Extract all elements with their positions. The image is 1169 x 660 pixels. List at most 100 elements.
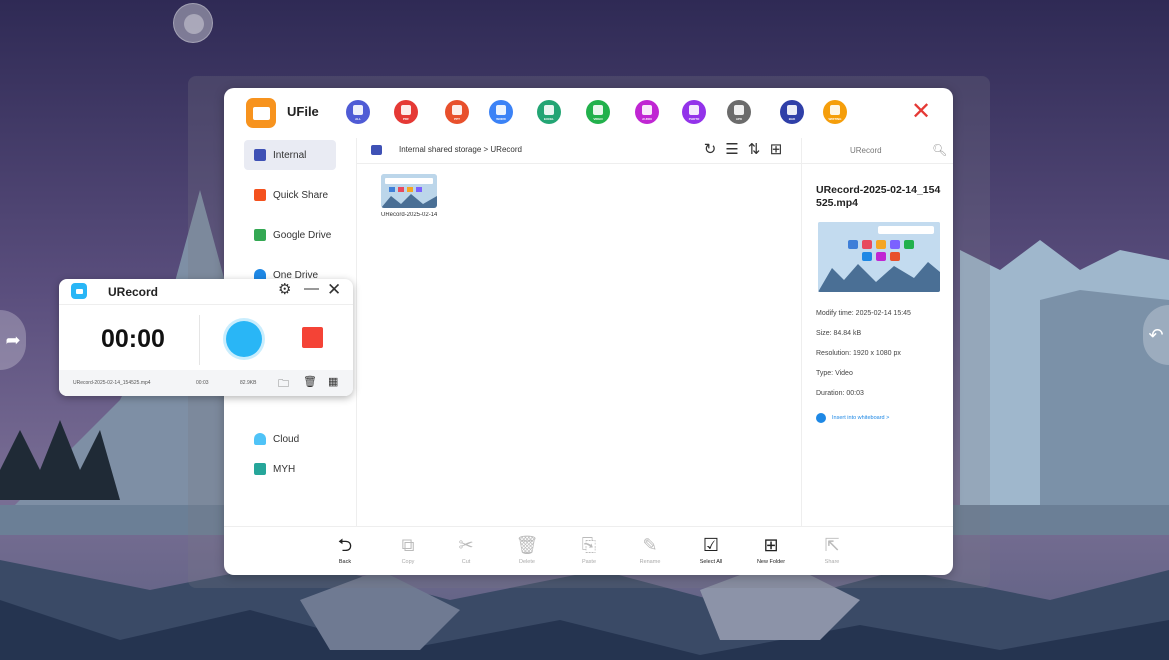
select-all-button[interactable]: ☑ Select All: [689, 535, 733, 565]
category-label: PHOTO: [688, 117, 700, 121]
modify-time: Modify time: 2025-02-14 15:45: [816, 310, 911, 317]
divider: [199, 315, 200, 365]
last-recording-name: URecord-2025-02-14_154525.mp4: [73, 380, 151, 386]
rename-icon: ✎: [642, 535, 658, 555]
sidebar-item-internal[interactable]: Internal: [244, 140, 336, 170]
paste-button[interactable]: ⎘ Paste: [567, 535, 611, 565]
rename-button[interactable]: ✎ Rename: [628, 535, 672, 565]
back-icon: ⮌: [337, 535, 353, 555]
last-recording-size: 82.9KB: [240, 380, 257, 386]
toolbar-label: Back: [338, 559, 352, 565]
file-thumbnail[interactable]: [381, 174, 437, 208]
toolbar-label: Copy: [401, 559, 415, 565]
record-timer: 00:00: [101, 325, 165, 353]
urecord-title: URecord: [108, 285, 159, 299]
category-photo[interactable]: PHOTO: [682, 100, 706, 124]
sort-order-icon[interactable]: ⇅: [746, 141, 762, 159]
new-folder-button[interactable]: ⊞ New Folder: [749, 535, 793, 565]
google-drive-icon: [254, 229, 266, 241]
excel-icon: [544, 105, 554, 115]
sidebar-item-label: Quick Share: [273, 189, 329, 201]
ufile-logo-icon: [246, 98, 276, 128]
sidebar-item-label: MYH: [273, 463, 296, 475]
category-word[interactable]: WORD: [489, 100, 513, 124]
last-recording-duration: 00:03: [196, 380, 209, 386]
new-folder-icon: ⊞: [763, 535, 779, 555]
category-excel[interactable]: EXCEL: [537, 100, 561, 124]
writing-icon: [830, 105, 840, 115]
breadcrumb[interactable]: Internal shared storage > URecord: [399, 145, 522, 154]
cut-button[interactable]: ✂ Cut: [444, 535, 488, 565]
toolbar-label: Delete: [519, 559, 535, 565]
detail-file-title: URecord-2025-02-14_154525.mp4: [816, 184, 941, 209]
category-bak[interactable]: BAK: [780, 100, 804, 124]
category-video[interactable]: VIDEO: [586, 100, 610, 124]
arrow-right-icon: ↶: [1148, 324, 1164, 345]
record-button[interactable]: [226, 321, 262, 357]
all-icon: [353, 105, 363, 115]
category-writing[interactable]: WRITING: [823, 100, 847, 124]
back-button[interactable]: ⮌ Back: [323, 535, 367, 565]
category-label: ALL: [355, 117, 361, 121]
file-grid: URecord-2025-02-14_154525.mp4: [357, 165, 801, 526]
search-input[interactable]: URecord: [850, 146, 882, 155]
scissors-icon: ✂: [458, 535, 474, 555]
sidebar-item-label: Cloud: [273, 433, 300, 445]
video-icon: [593, 105, 603, 115]
category-pdf[interactable]: PDF: [394, 100, 418, 124]
photo-icon: [689, 105, 699, 115]
search-icon[interactable]: 🔍︎: [932, 143, 947, 157]
cloud-icon: [254, 433, 266, 445]
file-size: Size: 84.84 kB: [816, 330, 862, 337]
urecord-logo-icon: [71, 283, 87, 299]
duration: Duration: 00:03: [816, 390, 864, 397]
toolbar-label: Share: [824, 559, 840, 565]
qr-code-icon[interactable]: ▦: [328, 375, 338, 388]
category-all[interactable]: ALL: [346, 100, 370, 124]
category-ppt[interactable]: PPT: [445, 100, 469, 124]
search-bar[interactable]: URecord 🔍︎: [802, 138, 953, 164]
sidebar-item-quick-share[interactable]: Quick Share: [244, 180, 336, 210]
minimize-icon[interactable]: —: [304, 280, 319, 297]
category-label: APK: [735, 117, 743, 121]
category-label: WORD: [496, 117, 506, 121]
pdf-icon: [401, 105, 411, 115]
category-label: EXCEL: [543, 117, 554, 121]
audio-icon: [642, 105, 652, 115]
sidebar-item-cloud[interactable]: Cloud: [244, 424, 336, 454]
category-label: AUDIO: [642, 117, 652, 121]
settings-gear-icon[interactable]: ⚙: [278, 280, 291, 298]
refresh-icon[interactable]: ↻: [702, 141, 718, 159]
resolution: Resolution: 1920 x 1080 px: [816, 350, 901, 357]
sidebar-item-myh[interactable]: MYH: [244, 454, 336, 484]
floating-assistive-button[interactable]: [173, 3, 213, 43]
delete-button[interactable]: 🗑 Delete: [505, 535, 549, 565]
sidebar-item-google-drive[interactable]: Google Drive: [244, 220, 336, 250]
sidebar-item-label: Google Drive: [273, 229, 332, 241]
bak-icon: [787, 105, 797, 115]
category-label: VIDEO: [593, 117, 603, 121]
app-title: UFile: [287, 104, 319, 119]
file-name[interactable]: URecord-2025-02-14_154525.mp4: [381, 212, 437, 218]
open-folder-icon[interactable]: 🗀: [278, 375, 289, 394]
trash-icon: 🗑: [515, 535, 539, 555]
whiteboard-icon: [816, 413, 826, 423]
close-icon[interactable]: ✕: [909, 100, 933, 124]
sidebar-item-label: Internal: [273, 149, 307, 161]
close-icon[interactable]: ✕: [327, 280, 341, 300]
toolbar-label: Rename: [639, 559, 661, 565]
grid-view-icon[interactable]: ⊞: [768, 141, 784, 159]
sort-list-icon[interactable]: ☰: [724, 141, 740, 159]
lightning-icon: [254, 189, 266, 201]
copy-button[interactable]: ⧉ Copy: [386, 535, 430, 565]
insert-into-whiteboard-link[interactable]: Insert into whiteboard >: [816, 413, 889, 423]
myh-icon: [254, 463, 266, 475]
stop-button[interactable]: [302, 327, 323, 348]
detail-panel: URecord 🔍︎ URecord-2025-02-14_154525.mp4…: [801, 138, 953, 526]
share-button[interactable]: ⇱ Share: [810, 535, 854, 565]
category-audio[interactable]: AUDIO: [635, 100, 659, 124]
category-apk[interactable]: APK: [727, 100, 751, 124]
last-recording-bar: URecord-2025-02-14_154525.mp4 00:03 82.9…: [59, 370, 353, 396]
trash-icon[interactable]: 🗑: [303, 375, 317, 388]
divider: [59, 304, 353, 305]
